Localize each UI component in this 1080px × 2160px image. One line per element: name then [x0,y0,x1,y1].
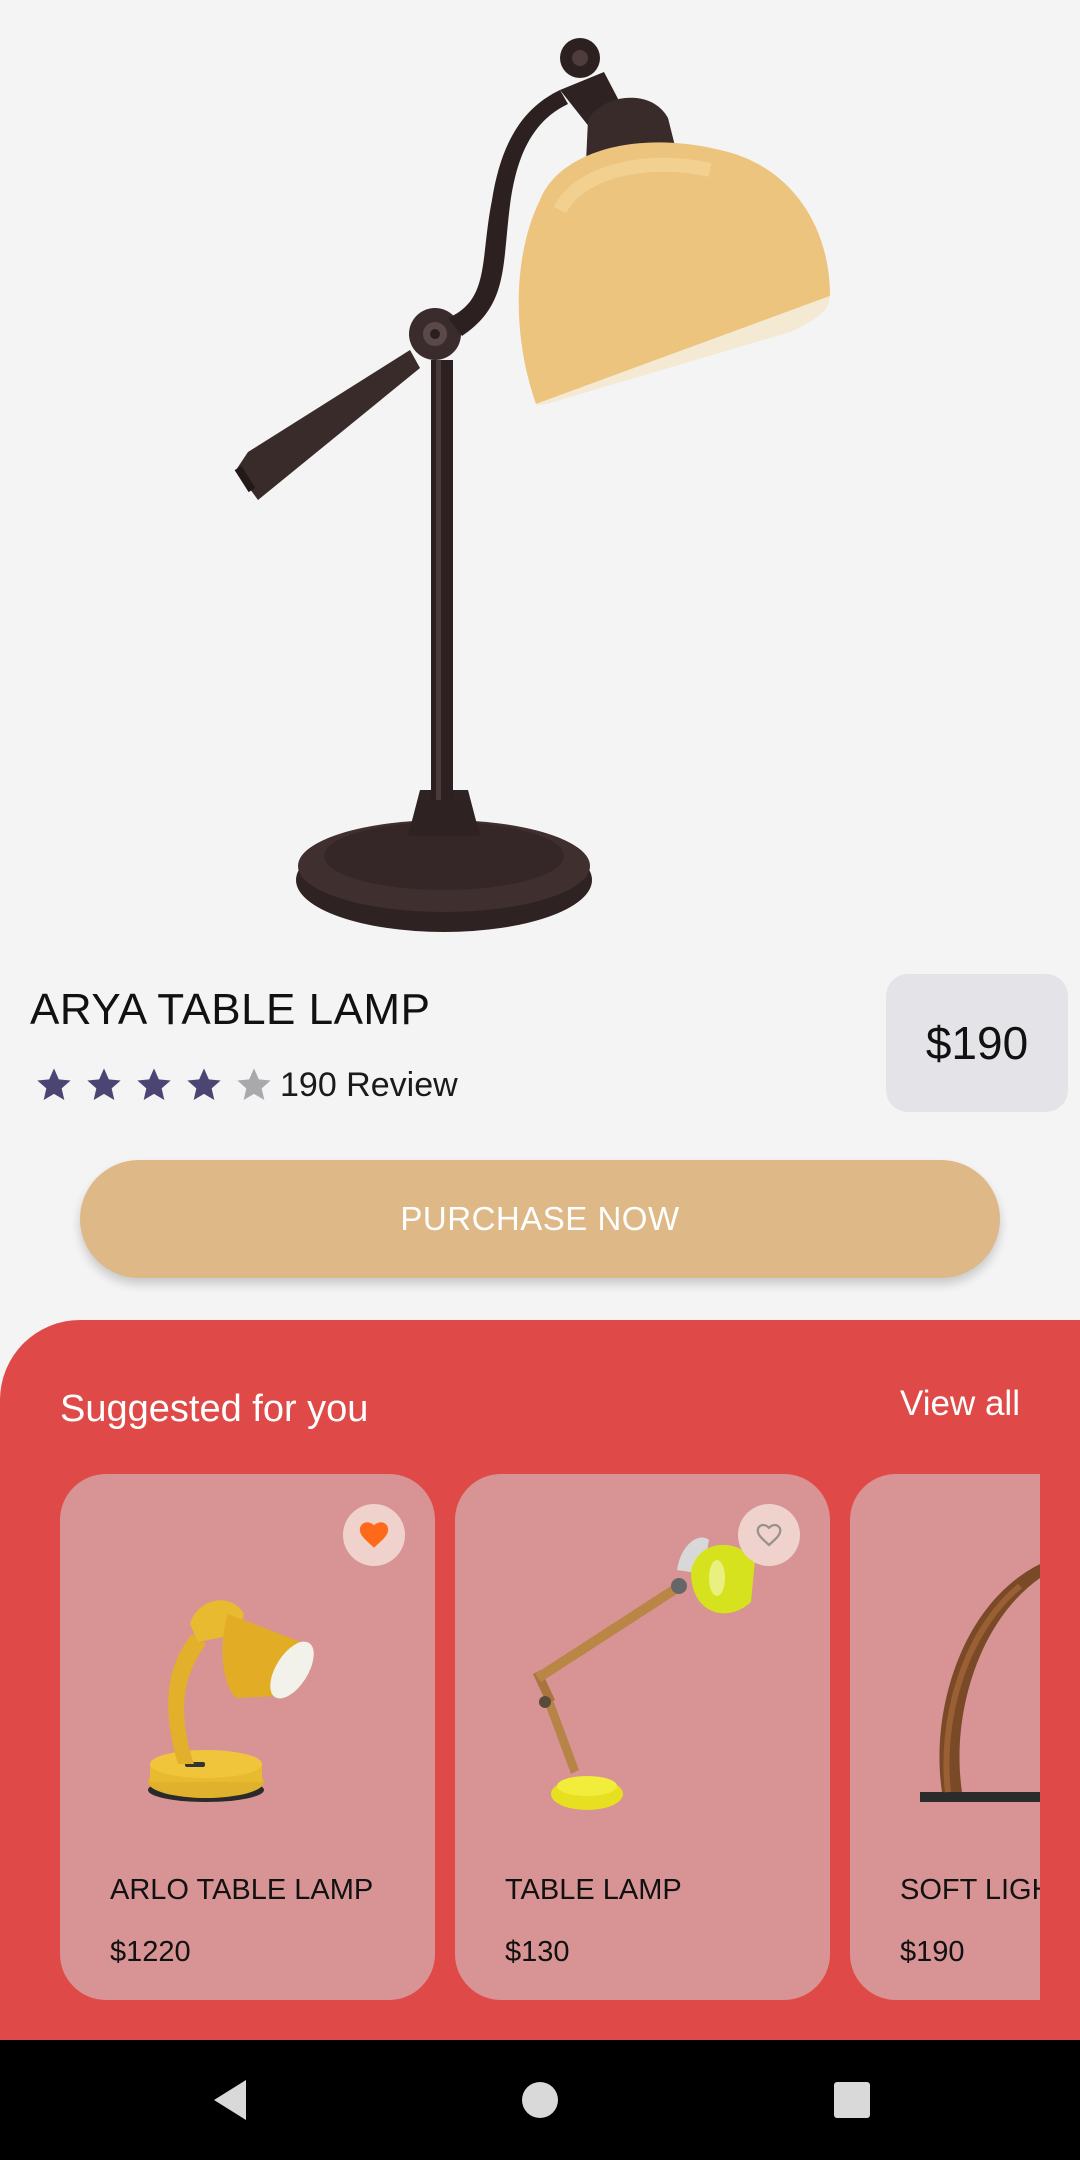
back-button[interactable] [190,2040,270,2160]
product-card-name: TABLE LAMP [505,1874,682,1906]
system-navigation-bar [0,2040,1080,2160]
purchase-now-button[interactable]: PURCHASE NOW [80,1160,1000,1278]
product-card[interactable]: ARLO TABLE LAMP $1220 [60,1474,435,2000]
product-card-price: $190 [900,1936,965,1968]
review-count[interactable]: 190 Review [280,1066,458,1105]
product-rating: 190 Review [34,1060,458,1110]
suggested-carousel[interactable]: ARLO TABLE LAMP $1220 TABLE LAMP $130 SO… [60,1474,1040,2000]
view-all-link[interactable]: View all [900,1384,1020,1424]
product-card[interactable]: SOFT LIGHT $190 [850,1474,1040,2000]
product-card-name: SOFT LIGHT [900,1874,1040,1906]
recents-square-icon [834,2082,870,2118]
product-hero-image [234,38,830,932]
product-card-name: ARLO TABLE LAMP [110,1874,374,1906]
product-card-price: $130 [505,1936,570,1968]
product-card-price: $1220 [110,1936,191,1968]
home-button[interactable] [500,2040,580,2160]
star-icon [137,1068,171,1100]
product-card-image [920,1564,1040,1802]
recents-button[interactable] [812,2040,892,2160]
home-circle-icon [522,2082,558,2118]
product-detail-screen: ARYA TABLE LAMP 190 Review $190 PURCHASE… [0,0,1080,2160]
favorite-button[interactable] [738,1504,800,1566]
product-price: $190 [886,974,1068,1112]
favorite-button[interactable] [343,1504,405,1566]
star-icon [237,1068,271,1100]
star-icon [37,1068,71,1100]
star-icon [187,1068,221,1100]
heart-icon [359,1522,389,1548]
star-icon [87,1068,121,1100]
product-card[interactable]: TABLE LAMP $130 [455,1474,830,2000]
product-title: ARYA TABLE LAMP [30,985,431,1034]
suggested-section: Suggested for you View all ARLO TABLE LA… [0,1320,1080,2040]
heart-icon [756,1523,782,1547]
suggested-title: Suggested for you [60,1388,369,1430]
back-triangle-icon [214,2080,246,2120]
